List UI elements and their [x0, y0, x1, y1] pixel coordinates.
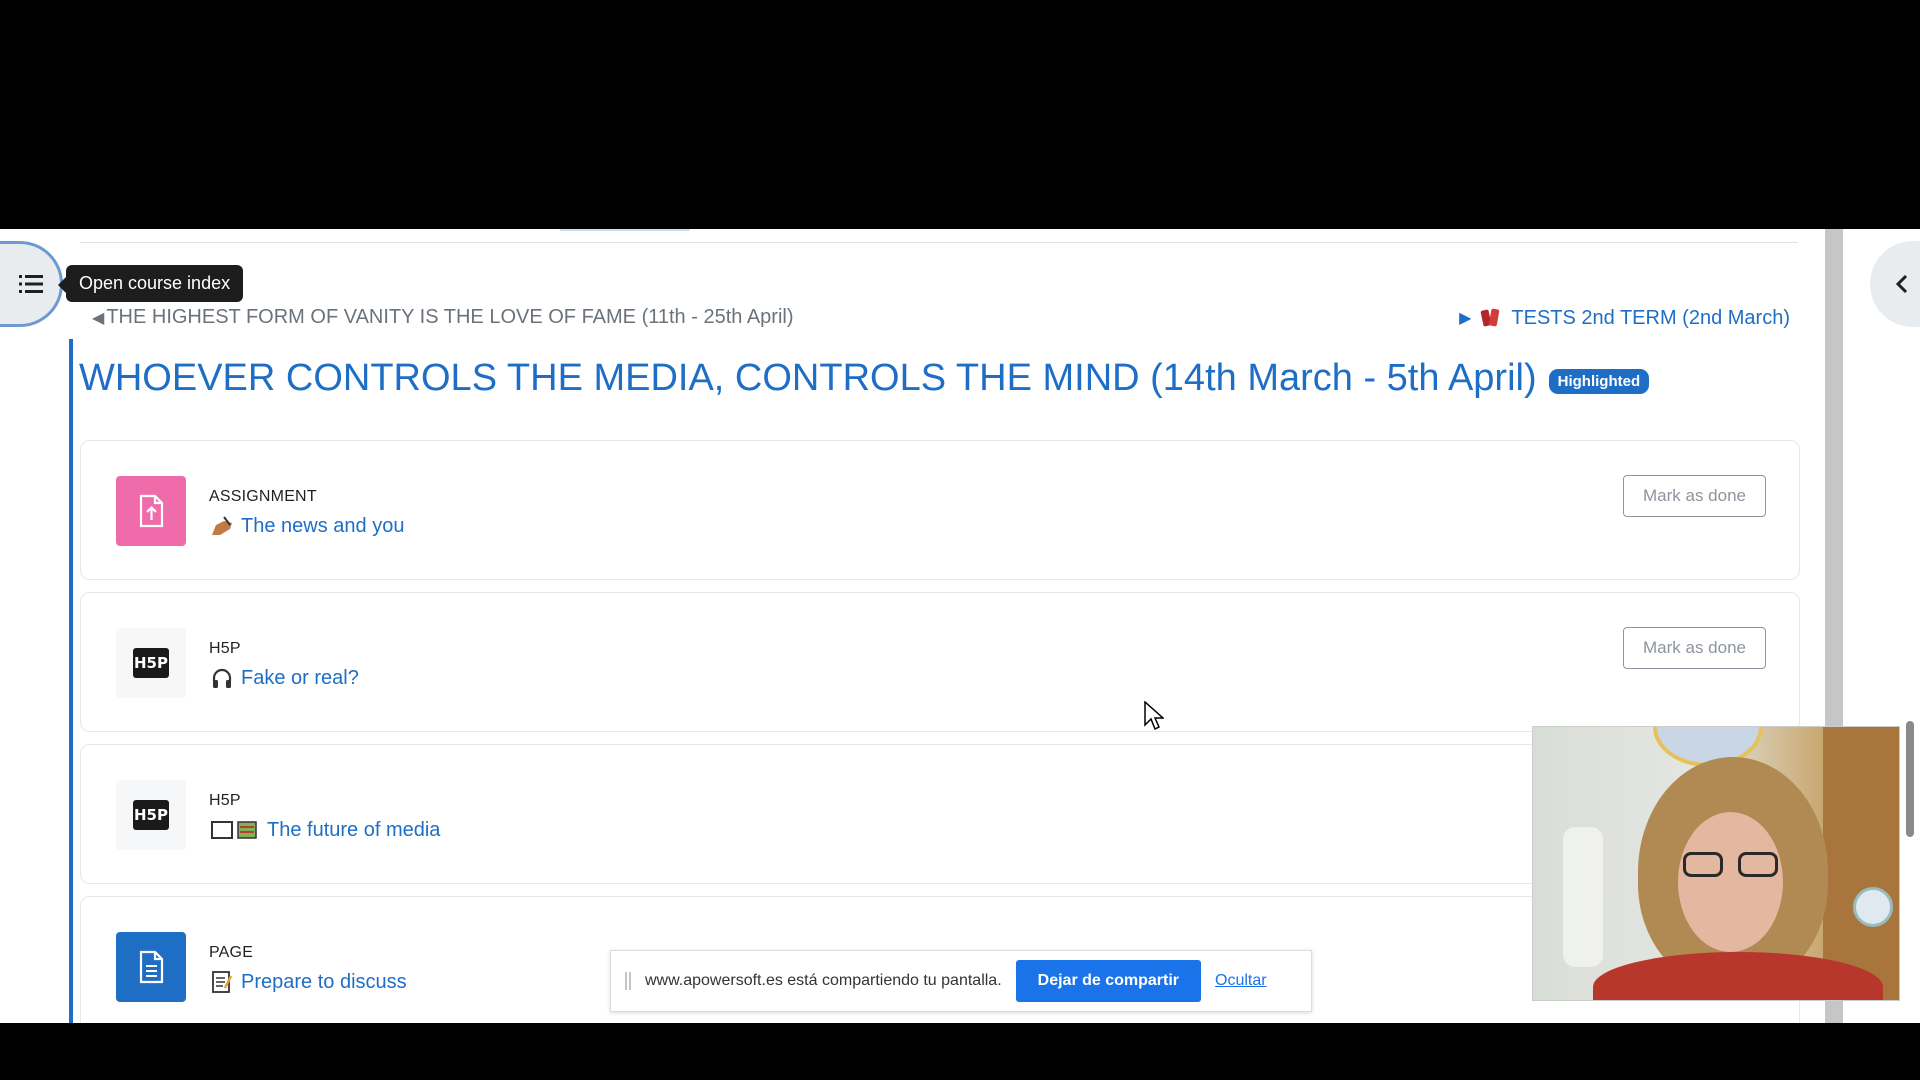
section-title-text: WHOEVER CONTROLS THE MEDIA, CONTROLS THE… — [79, 357, 1537, 399]
h5p-icon[interactable]: H5P — [116, 628, 186, 698]
activity-link[interactable]: Fake or real? — [209, 665, 359, 691]
next-section-link[interactable]: ▶ TESTS 2nd TERM (2nd March) — [1459, 306, 1790, 330]
activity-type-label: H5P — [209, 640, 241, 657]
page-icon[interactable] — [116, 932, 186, 1002]
activity-title: The future of media — [267, 818, 441, 841]
prev-section-link[interactable]: ◀ THE HIGHEST FORM OF VANITY IS THE LOVE … — [92, 306, 794, 329]
caret-left-icon: ◀ — [92, 310, 105, 327]
prev-section-label: THE HIGHEST FORM OF VANITY IS THE LOVE O… — [106, 306, 794, 328]
book-icon — [209, 817, 261, 843]
top-divider — [80, 242, 1798, 243]
activity-type-label: H5P — [209, 792, 241, 809]
h5p-logo: H5P — [133, 648, 169, 678]
activity-type-label: ASSIGNMENT — [209, 488, 317, 505]
memo-icon — [209, 969, 235, 995]
headphones-icon — [209, 665, 235, 691]
activity-link[interactable]: Prepare to discuss — [209, 969, 407, 995]
screen-share-banner: www.apowersoft.es está compartiendo tu p… — [610, 950, 1312, 1012]
share-message: www.apowersoft.es está compartiendo tu p… — [645, 972, 1002, 989]
books-emoji-icon — [1481, 308, 1500, 327]
activity-link[interactable]: The news and you — [209, 513, 404, 539]
hide-banner-link[interactable]: Ocultar — [1215, 972, 1267, 990]
next-section-label: TESTS 2nd TERM (2nd March) — [1511, 306, 1790, 329]
activity-type-label: PAGE — [209, 944, 254, 961]
list-icon — [18, 275, 43, 293]
caret-right-icon: ▶ — [1459, 310, 1472, 327]
highlighted-badge: Highlighted — [1548, 369, 1650, 394]
activity-link[interactable]: The future of media — [209, 817, 440, 843]
course-index-button[interactable] — [0, 241, 63, 327]
mouse-cursor-icon — [1144, 701, 1164, 731]
chevron-left-icon — [1895, 274, 1908, 294]
activity-title: The news and you — [241, 514, 405, 537]
activity-card: ASSIGNMENT The news and you Mark as done — [80, 440, 1800, 580]
mark-as-done-button[interactable]: Mark as done — [1623, 627, 1766, 669]
writing-hand-icon — [209, 513, 235, 539]
mark-as-done-button[interactable]: Mark as done — [1623, 475, 1766, 517]
scrollbar-thumb[interactable] — [1906, 721, 1914, 837]
activity-title: Prepare to discuss — [241, 970, 407, 993]
h5p-icon[interactable]: H5P — [116, 780, 186, 850]
assignment-icon[interactable] — [116, 476, 186, 546]
course-index-tooltip: Open course index — [57, 265, 244, 302]
activity-title: Fake or real? — [241, 666, 359, 689]
drag-handle-icon[interactable] — [625, 972, 631, 990]
section-title: WHOEVER CONTROLS THE MEDIA, CONTROLS THE… — [79, 357, 1650, 400]
highlight-bar — [69, 339, 73, 1023]
h5p-logo: H5P — [133, 800, 169, 830]
stop-sharing-button[interactable]: Dejar de compartir — [1015, 960, 1202, 1002]
block-drawer-button[interactable] — [1870, 241, 1920, 327]
moodle-course-page: Open course index ◀ THE HIGHEST FORM OF V… — [0, 229, 1920, 1023]
webcam-video — [1532, 726, 1900, 1001]
activity-card: H5P H5P Fake or real? Mark as done — [80, 592, 1800, 732]
top-divider-accent — [560, 229, 690, 231]
